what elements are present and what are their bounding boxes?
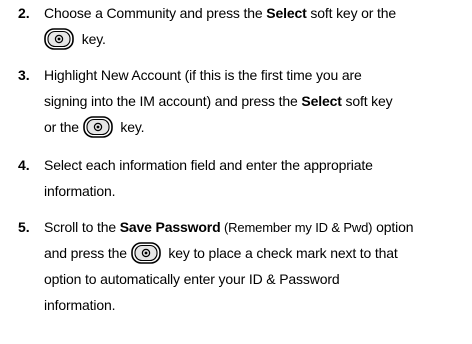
text-segment: option to automatically enter your ID & … xyxy=(44,271,340,287)
text-line: or the key. xyxy=(44,114,470,140)
step-number: 2. xyxy=(18,5,30,21)
save-password-label: Save Password xyxy=(119,219,221,235)
text-segment: Scroll to the xyxy=(44,219,120,235)
text-line: and press the key to place a check mark … xyxy=(44,240,470,266)
step-text: Scroll to the Save Password (Remember my… xyxy=(44,214,470,318)
text-line: key. xyxy=(44,26,470,52)
text-segment: (Remember my ID & Pwd) xyxy=(220,220,373,235)
text-line: Highlight New Account (if this is the fi… xyxy=(44,62,470,88)
text-segment: signing into the IM account) and press t… xyxy=(44,93,302,109)
text-line: information. xyxy=(44,292,470,318)
text-segment: key. xyxy=(116,119,145,135)
step-text: Choose a Community and press the Select … xyxy=(44,0,470,52)
text-segment: Choose a Community and press the xyxy=(44,5,267,21)
select-softkey-label: Select xyxy=(301,93,342,109)
step-number: 4. xyxy=(18,157,30,173)
text-line: signing into the IM account) and press t… xyxy=(44,88,470,114)
text-segment: information. xyxy=(44,297,116,313)
text-segment: option xyxy=(372,219,414,235)
text-segment: key to place a check mark next to that xyxy=(164,245,398,261)
text-segment: or the xyxy=(44,119,83,135)
text-line: information. xyxy=(44,178,470,204)
text-segment: key. xyxy=(78,31,106,47)
text-segment: Highlight New Account (if this is the fi… xyxy=(44,67,362,83)
text-line: Scroll to the Save Password (Remember my… xyxy=(44,214,470,240)
text-segment: information. xyxy=(44,183,116,199)
text-segment: Select each information field and enter … xyxy=(44,157,373,173)
step-number: 3. xyxy=(18,67,30,83)
step-text: Highlight New Account (if this is the fi… xyxy=(44,62,470,140)
select-softkey-label: Select xyxy=(266,5,307,21)
text-segment: and press the xyxy=(44,245,131,261)
text-line: option to automatically enter your ID & … xyxy=(44,266,470,292)
step-text: Select each information field and enter … xyxy=(44,152,470,204)
select-key-icon xyxy=(44,27,74,50)
text-segment: soft key xyxy=(341,93,393,109)
text-line: Choose a Community and press the Select … xyxy=(44,0,470,26)
select-key-icon xyxy=(82,115,113,138)
instruction-document: 2. Choose a Community and press the Sele… xyxy=(0,0,472,344)
step-number: 5. xyxy=(18,219,30,235)
select-key-icon xyxy=(130,241,161,264)
text-line: Select each information field and enter … xyxy=(44,152,470,178)
text-segment: soft key or the xyxy=(306,5,397,21)
